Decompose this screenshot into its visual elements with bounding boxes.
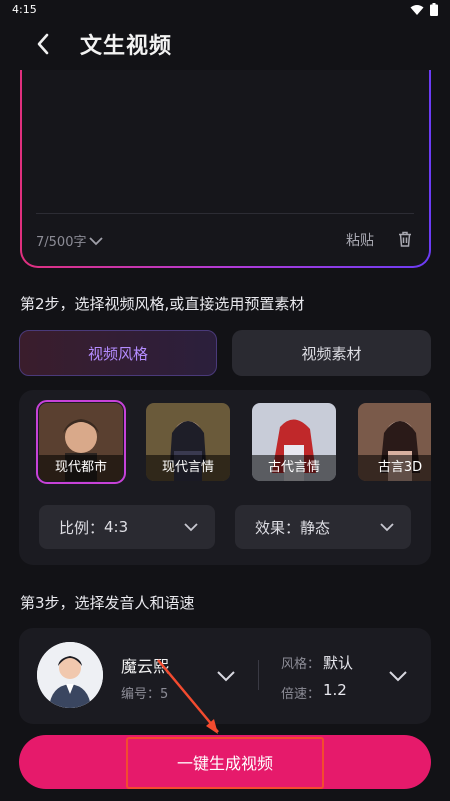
- effect-select[interactable]: 效果： 静态: [235, 505, 411, 549]
- step3-label: 第3步，选择发音人和语速: [20, 594, 195, 612]
- paste-button[interactable]: 粘贴: [346, 230, 374, 250]
- char-count[interactable]: 7/500字: [36, 231, 104, 250]
- style-option-modern-city[interactable]: 现代都市: [36, 400, 126, 484]
- style-panel: 现代都市 现代言情 古代言情 古言3D 比例： 4:3 效果： 静态: [19, 390, 431, 565]
- chevron-left-icon: [37, 33, 49, 55]
- speaker-avatar: [37, 642, 103, 708]
- chevron-down-icon: [89, 236, 104, 245]
- effect-value: 静态: [300, 518, 331, 537]
- style-option-ancient-romance[interactable]: 古代言情: [252, 403, 336, 481]
- tab-video-style[interactable]: 视频风格: [19, 330, 217, 376]
- speaker-id: 编号：5: [121, 683, 168, 702]
- style-value: 默认: [323, 654, 354, 672]
- back-button[interactable]: [30, 30, 58, 58]
- tab-video-material[interactable]: 视频素材: [232, 330, 431, 376]
- style-label: 风格：: [281, 657, 321, 672]
- style-option-ancient-3d[interactable]: 古言3D: [358, 403, 431, 481]
- battery-icon: [430, 3, 438, 16]
- wifi-icon: [410, 4, 424, 15]
- voice-divider: [258, 660, 259, 690]
- style-option-modern-romance[interactable]: 现代言情: [146, 403, 230, 481]
- ratio-value: 4:3: [104, 518, 129, 536]
- tab-video-style-label: 视频风格: [87, 344, 148, 363]
- style-option-label: 古言3D: [358, 455, 431, 481]
- speed-select-chevron-icon[interactable]: [387, 668, 409, 684]
- tab-video-material-label: 视频素材: [301, 344, 362, 363]
- style-option-label: 现代言情: [146, 455, 230, 481]
- voice-panel: 魔云熙 编号：5 风格： 默认 倍速： 1.2: [19, 628, 431, 724]
- style-option-label: 古代言情: [252, 455, 336, 481]
- ratio-label: 比例：: [59, 518, 105, 537]
- speed-label: 倍速：: [281, 687, 321, 702]
- chevron-down-icon: [380, 523, 394, 532]
- ratio-select[interactable]: 比例： 4:3: [39, 505, 215, 549]
- header: 文生视频: [0, 22, 450, 66]
- speed-value: 1.2: [323, 681, 347, 699]
- status-time: 4:15: [12, 3, 37, 16]
- status-bar: 4:15: [0, 0, 450, 20]
- chevron-down-icon: [184, 523, 198, 532]
- text-input-divider: [36, 213, 414, 214]
- trash-icon: [399, 231, 411, 247]
- effect-label: 效果：: [255, 518, 301, 537]
- speaker-id-label: 编号：: [121, 687, 161, 702]
- page-title: 文生视频: [80, 34, 173, 59]
- generate-video-label: 一键生成视频: [176, 754, 273, 773]
- speaker-name: 魔云熙: [121, 657, 170, 676]
- speaker-id-value: 5: [160, 687, 169, 702]
- status-icons: [410, 3, 438, 16]
- clear-text-button[interactable]: [396, 230, 414, 248]
- speaker-select-chevron-icon[interactable]: [215, 668, 237, 684]
- speaker-avatar-image: [37, 642, 103, 708]
- char-count-text: 7/500字: [36, 235, 87, 250]
- generate-video-button[interactable]: 一键生成视频: [19, 735, 431, 789]
- step2-label: 第2步，选择视频风格,或直接选用预置素材: [20, 295, 305, 313]
- style-option-label: 现代都市: [39, 455, 123, 481]
